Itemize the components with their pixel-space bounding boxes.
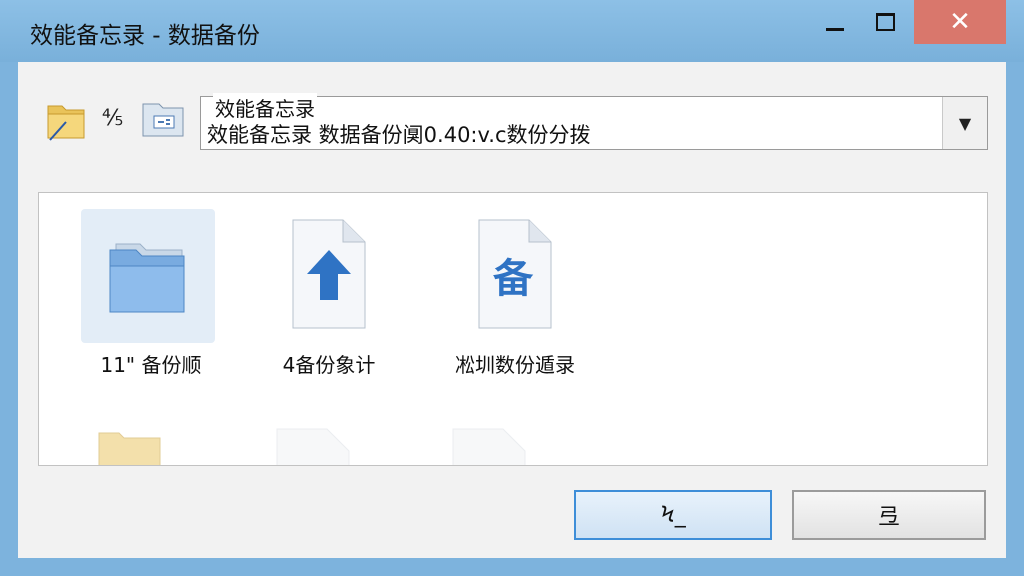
file-list-pane[interactable]: 11" 备份顺 4备份象计 备 凇圳数份遁录	[38, 192, 988, 466]
cancel-button[interactable]: 弖	[792, 490, 986, 540]
dialog-window: 效能备忘录 - 数据备份 ✕ ⅘ 效能备忘录 效能备忘录 数据备份阒0.40:v…	[0, 0, 1024, 576]
close-icon: ✕	[949, 7, 971, 37]
partial-document-icon	[276, 428, 350, 465]
backup-document-icon: 备	[478, 219, 552, 329]
item-thumbnail	[249, 209, 409, 339]
maximize-icon	[875, 13, 895, 31]
folder-icon	[109, 243, 185, 313]
dropdown-button[interactable]: ▼	[942, 97, 987, 149]
item-thumbnail: 备	[435, 209, 595, 339]
ok-button[interactable]: Ϟ_	[574, 490, 772, 540]
item-thumbnail	[81, 209, 215, 343]
backup-glyph: 备	[493, 256, 534, 302]
computer-icon[interactable]	[140, 98, 186, 140]
address-combobox[interactable]: 效能备忘录 效能备忘录 数据备份阒0.40:v.c数份分拨 ▼	[200, 93, 988, 150]
maximize-button[interactable]	[862, 0, 908, 44]
minimize-button[interactable]	[812, 0, 858, 44]
title-bar[interactable]: 效能备忘录 - 数据备份 ✕	[0, 0, 1024, 62]
partial-folder-icon	[98, 432, 161, 465]
partial-document-icon	[452, 428, 526, 465]
upload-document-icon	[292, 219, 366, 329]
chevron-down-icon: ▼	[958, 113, 972, 133]
address-combo-value[interactable]: 效能备忘录 数据备份阒0.40:v.c数份分拨	[207, 119, 591, 149]
window-title: 效能备忘录 - 数据备份	[30, 23, 260, 49]
address-combo-label: 效能备忘录	[213, 93, 317, 122]
item-label: 11" 备份顺	[100, 353, 202, 377]
toolbar-fraction-label[interactable]: ⅘	[102, 106, 123, 131]
file-item-upload[interactable]: 4备份象计	[249, 209, 409, 399]
close-button[interactable]: ✕	[914, 0, 1006, 44]
file-item-folder[interactable]: 11" 备份顺	[71, 209, 231, 399]
file-item-backup[interactable]: 备 凇圳数份遁录	[435, 209, 595, 399]
folder-up-icon[interactable]	[44, 96, 92, 142]
dialog-client-area: ⅘ 效能备忘录 效能备忘录 数据备份阒0.40:v.c数份分拨 ▼ 11" 备份	[18, 62, 1006, 558]
item-label: 凇圳数份遁录	[455, 353, 575, 377]
item-label: 4备份象计	[282, 353, 376, 377]
minimize-icon	[826, 27, 844, 31]
